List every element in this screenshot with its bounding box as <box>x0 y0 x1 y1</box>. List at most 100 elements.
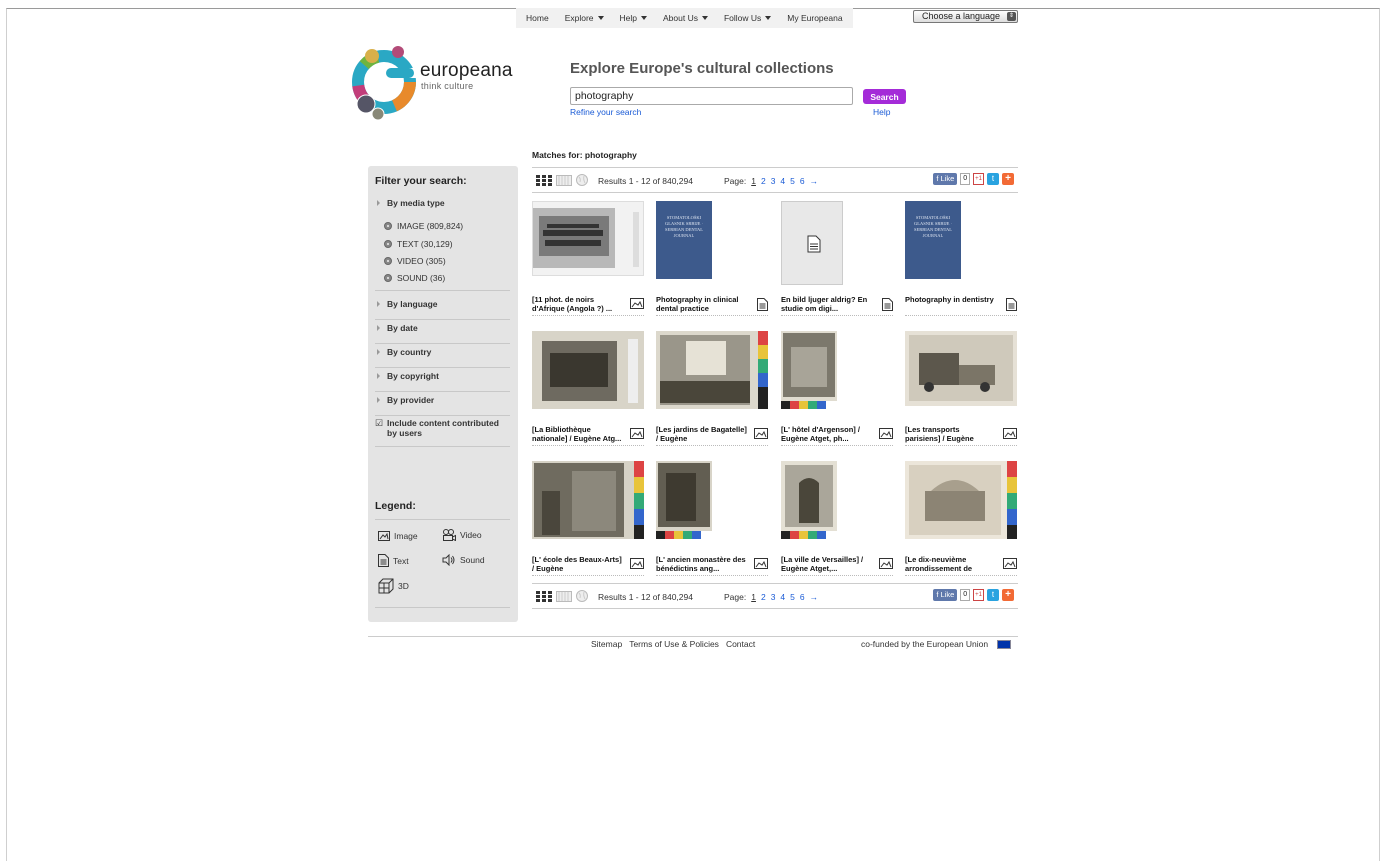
filter-by-copyright[interactable]: By copyright <box>375 371 510 392</box>
result-caption[interactable]: [11 phot. de noirs d'Afrique (Angola ?) … <box>532 295 644 316</box>
page-label: Page: <box>724 176 747 186</box>
include-user-content-checkbox[interactable]: ☑ Include content contributed by users <box>375 418 510 447</box>
europeana-logo[interactable]: europeana think culture <box>350 42 512 124</box>
nav-help[interactable]: Help <box>612 8 655 28</box>
result-title[interactable]: [Les transports parisiens] / Eugène <box>905 425 997 443</box>
add-circle-icon <box>384 257 392 265</box>
result-thumbnail[interactable] <box>905 331 1017 406</box>
add-circle-icon <box>384 274 392 282</box>
filter-by-country[interactable]: By country <box>375 347 510 368</box>
footer-link-sitemap[interactable]: Sitemap <box>591 639 622 649</box>
nav-home[interactable]: Home <box>518 8 557 28</box>
footer-link-terms[interactable]: Terms of Use & Policies <box>629 639 719 649</box>
photo-thumbnail <box>909 335 1013 401</box>
twitter-icon[interactable]: t <box>987 173 999 185</box>
search-input[interactable] <box>570 87 853 105</box>
result-caption[interactable]: Photography in clinical dental practice <box>656 295 768 316</box>
page-link[interactable]: 4 <box>780 176 785 186</box>
page-link-current[interactable]: 1 <box>751 176 756 186</box>
addthis-plus-icon[interactable]: + <box>1002 173 1014 185</box>
nav-about-us[interactable]: About Us <box>655 8 716 28</box>
timeline-view-icon[interactable] <box>556 174 572 186</box>
google-plus-button[interactable]: +1 <box>973 173 984 185</box>
grid-view-icon[interactable] <box>536 590 552 602</box>
result-caption[interactable]: [L' hôtel d'Argenson] / Eugène Atget, ph… <box>781 425 893 446</box>
text-document-icon <box>757 298 768 311</box>
map-globe-icon[interactable] <box>576 590 588 602</box>
result-title[interactable]: En bild ljuger aldrig? En studie om digi… <box>781 295 873 313</box>
result-thumbnail[interactable] <box>656 461 712 539</box>
page-link[interactable]: 2 <box>761 176 766 186</box>
result-caption[interactable]: [Les transports parisiens] / Eugène <box>905 425 1017 446</box>
google-plus-button[interactable]: +1 <box>973 589 984 601</box>
image-icon <box>754 558 768 569</box>
page-link[interactable]: 4 <box>780 592 785 602</box>
facebook-like-button[interactable]: f Like <box>933 589 958 601</box>
filter-by-language[interactable]: By language <box>375 299 510 320</box>
footer-link-contact[interactable]: Contact <box>726 639 755 649</box>
result-thumbnail[interactable] <box>781 331 837 409</box>
media-type-sound[interactable]: SOUND (36) <box>384 273 445 283</box>
media-type-image[interactable]: IMAGE (809,824) <box>384 221 463 231</box>
result-caption[interactable]: [L' ancien monastère des bénédictins ang… <box>656 555 768 576</box>
result-caption[interactable]: [La ville de Versailles] / Eugène Atget,… <box>781 555 893 576</box>
page-link[interactable]: 6 <box>800 176 805 186</box>
result-title[interactable]: [L' ancien monastère des bénédictins ang… <box>656 555 748 573</box>
result-title[interactable]: [Les jardins de Bagatelle] / Eugène <box>656 425 748 443</box>
result-thumbnail[interactable] <box>532 461 644 539</box>
media-type-text[interactable]: TEXT (30,129) <box>384 239 453 249</box>
next-page-arrow-icon[interactable]: → <box>810 592 819 602</box>
map-globe-icon[interactable] <box>576 174 588 186</box>
search-help-link[interactable]: Help <box>873 107 890 117</box>
addthis-plus-icon[interactable]: + <box>1002 589 1014 601</box>
page-link[interactable]: 2 <box>761 592 766 602</box>
result-title[interactable]: [La ville de Versailles] / Eugène Atget,… <box>781 555 873 573</box>
page-link[interactable]: 6 <box>800 592 805 602</box>
page-link[interactable]: 3 <box>771 176 776 186</box>
result-caption[interactable]: En bild ljuger aldrig? En studie om digi… <box>781 295 893 316</box>
caret-down-icon <box>701 16 708 20</box>
result-thumbnail[interactable] <box>532 201 644 276</box>
nav-explore[interactable]: Explore <box>557 8 612 28</box>
page-link[interactable]: 3 <box>771 592 776 602</box>
result-caption[interactable]: [L' école des Beaux-Arts] / Eugène <box>532 555 644 576</box>
page-link[interactable]: 5 <box>790 176 795 186</box>
next-page-arrow-icon[interactable]: → <box>810 176 819 186</box>
result-thumbnail[interactable] <box>532 331 644 409</box>
search-button[interactable]: Search <box>863 89 906 104</box>
result-thumbnail[interactable] <box>781 461 837 539</box>
result-title[interactable]: [L' école des Beaux-Arts] / Eugène <box>532 555 624 573</box>
filter-by-date[interactable]: By date <box>375 323 510 344</box>
result-caption[interactable]: [Le dix-neuvième arrondissement de <box>905 555 1017 576</box>
language-select[interactable]: Choose a language ⇕ <box>913 10 1018 23</box>
filter-by-media-type[interactable]: By media type <box>375 198 510 212</box>
media-type-video[interactable]: VIDEO (305) <box>384 256 446 266</box>
timeline-view-icon[interactable] <box>556 590 572 602</box>
result-caption[interactable]: [Les jardins de Bagatelle] / Eugène <box>656 425 768 446</box>
refine-search-link[interactable]: Refine your search <box>570 107 641 117</box>
result-thumbnail[interactable]: STOMATOLOŠKI GLASNIK SRBIJE · SERBIAN DE… <box>656 201 712 279</box>
result-title[interactable]: [L' hôtel d'Argenson] / Eugène Atget, ph… <box>781 425 873 443</box>
result-thumbnail[interactable] <box>656 331 768 409</box>
media-type-label: VIDEO (305) <box>397 256 446 266</box>
filter-by-provider[interactable]: By provider <box>375 395 510 416</box>
legend-label: Sound <box>460 555 485 565</box>
nav-my-europeana[interactable]: My Europeana <box>779 8 850 28</box>
result-thumbnail[interactable] <box>905 461 1017 539</box>
result-title[interactable]: [11 phot. de noirs d'Afrique (Angola ?) … <box>532 295 624 313</box>
page-link[interactable]: 5 <box>790 592 795 602</box>
grid-view-icon[interactable] <box>536 174 552 186</box>
result-thumbnail[interactable] <box>781 201 843 285</box>
twitter-icon[interactable]: t <box>987 589 999 601</box>
page-link-current[interactable]: 1 <box>751 592 756 602</box>
result-title[interactable]: [Le dix-neuvième arrondissement de <box>905 555 997 573</box>
facebook-like-button[interactable]: f Like <box>933 173 958 185</box>
result-caption[interactable]: Photography in dentistry <box>905 295 1017 316</box>
result-caption[interactable]: [La Bibliothèque nationale] / Eugène Atg… <box>532 425 644 446</box>
result-thumbnail[interactable]: STOMATOLOŠKI GLASNIK SRBIJE · SERBIAN DE… <box>905 201 961 279</box>
result-title[interactable]: Photography in dentistry <box>905 295 997 305</box>
result-title[interactable]: Photography in clinical dental practice <box>656 295 748 313</box>
caret-down-icon <box>597 16 604 20</box>
result-title[interactable]: [La Bibliothèque nationale] / Eugène Atg… <box>532 425 624 443</box>
nav-follow-us[interactable]: Follow Us <box>716 8 779 28</box>
